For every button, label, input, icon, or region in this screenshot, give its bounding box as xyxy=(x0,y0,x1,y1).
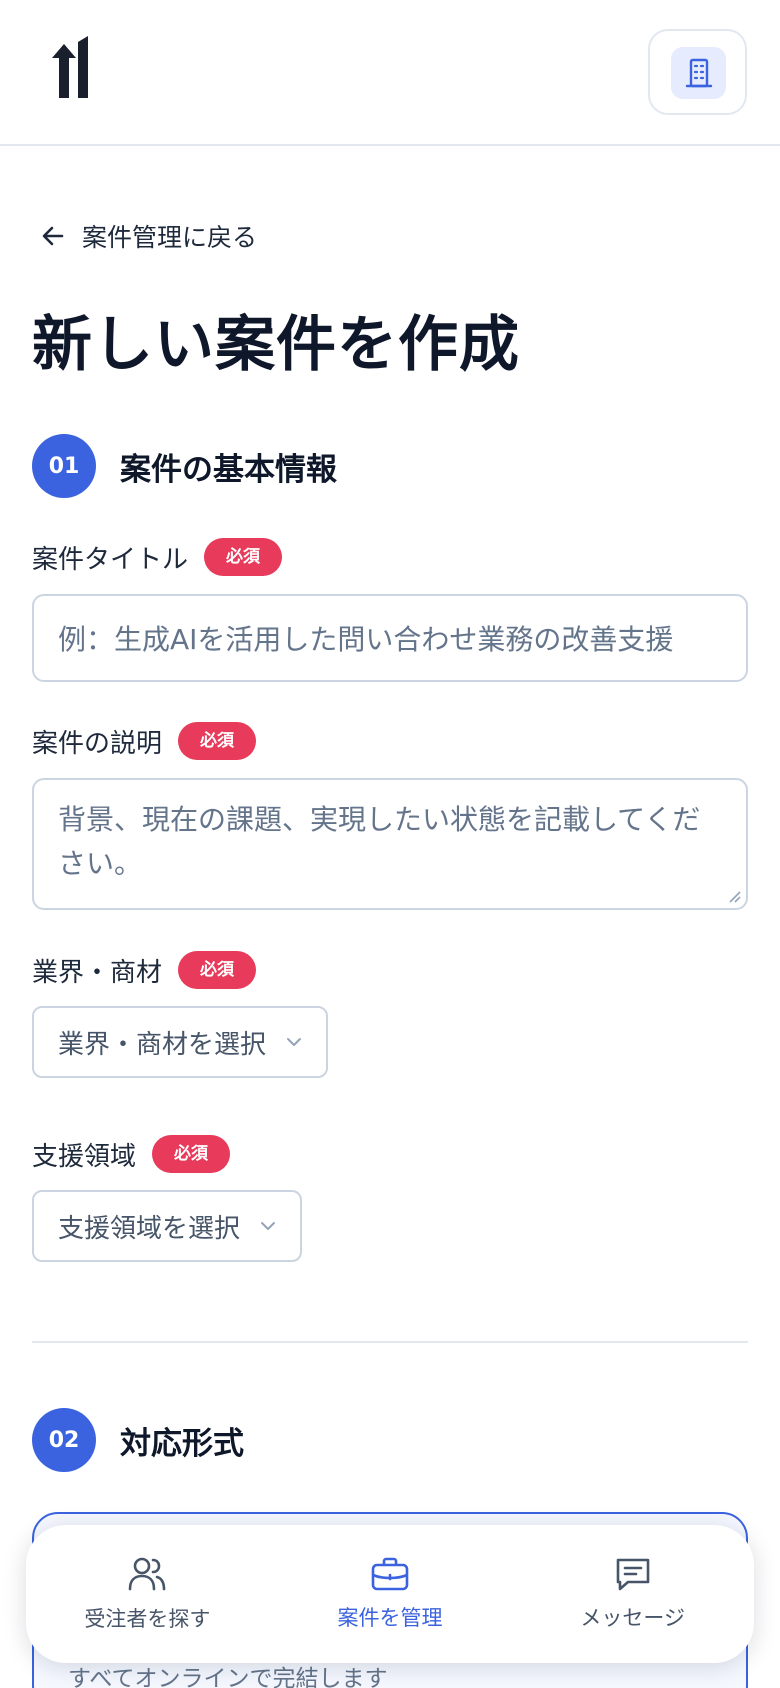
textarea-placeholder: 背景、現在の課題、実現したい状態を記載してください。 xyxy=(58,803,701,880)
support-area-select[interactable]: 支援領域を選択 xyxy=(32,1190,303,1262)
required-badge: 必須 xyxy=(178,722,257,760)
label-text: 支援領域 xyxy=(32,1141,137,1172)
input-placeholder: 例：生成AIを活用した問い合わせ業務の改善支援 xyxy=(58,623,674,656)
bottom-navigation: 受注者を探す 案件を管理 メッセージ xyxy=(26,1525,754,1663)
section-title: 案件の基本情報 xyxy=(120,451,337,488)
back-to-projects-link[interactable]: 案件管理に戻る xyxy=(40,216,257,256)
nav-label: 案件を管理 xyxy=(337,1606,443,1630)
section-header-basic-info: 01 案件の基本情報 xyxy=(32,434,337,498)
industry-select[interactable]: 業界・商材を選択 xyxy=(32,1006,329,1078)
nav-find-contractors[interactable]: 受注者を探す xyxy=(26,1525,269,1663)
chevron-down-icon xyxy=(261,1222,276,1230)
section-divider xyxy=(32,1341,748,1343)
users-icon xyxy=(129,1557,166,1591)
select-value: 支援領域を選択 xyxy=(58,1213,241,1244)
page-title: 新しい案件を作成 xyxy=(32,310,520,380)
nav-label: メッセージ xyxy=(580,1606,685,1630)
required-badge: 必須 xyxy=(204,538,283,576)
back-link-label: 案件管理に戻る xyxy=(82,223,258,252)
nav-manage-projects[interactable]: 案件を管理 xyxy=(269,1525,512,1663)
project-title-input[interactable]: 例：生成AIを活用した問い合わせ業務の改善支援 xyxy=(32,594,748,682)
logo-icon[interactable] xyxy=(50,36,100,102)
label-text: 案件の説明 xyxy=(32,728,163,759)
briefcase-icon xyxy=(371,1557,409,1591)
resize-handle-icon[interactable] xyxy=(726,888,742,904)
select-value: 業界・商材を選択 xyxy=(58,1029,267,1060)
nav-messages[interactable]: メッセージ xyxy=(511,1525,754,1663)
arrow-left-icon xyxy=(42,226,64,246)
project-description-textarea[interactable]: 背景、現在の課題、実現したい状態を記載してください。 xyxy=(32,778,748,910)
format-option-description: すべてオンラインで完結します xyxy=(68,1666,388,1688)
section-header-format: 02 対応形式 xyxy=(32,1408,244,1472)
support-area-field-label: 支援領域 必須 xyxy=(32,1135,231,1173)
chevron-down-icon xyxy=(287,1038,302,1046)
app-header xyxy=(0,0,780,146)
step-number: 02 xyxy=(32,1408,96,1472)
title-field-label: 案件タイトル 必須 xyxy=(32,538,283,576)
nav-label: 受注者を探す xyxy=(84,1607,211,1631)
building-icon xyxy=(685,58,712,88)
label-text: 案件タイトル xyxy=(32,544,189,575)
section-title: 対応形式 xyxy=(120,1425,244,1462)
required-badge: 必須 xyxy=(178,951,257,989)
required-badge: 必須 xyxy=(152,1135,231,1173)
message-icon xyxy=(616,1558,649,1591)
company-switch-button[interactable] xyxy=(648,29,747,115)
label-text: 業界・商材 xyxy=(32,957,163,988)
industry-field-label: 業界・商材 必須 xyxy=(32,951,257,989)
description-field-label: 案件の説明 必須 xyxy=(32,722,257,760)
step-number: 01 xyxy=(32,434,96,498)
company-button-bg xyxy=(671,47,726,99)
